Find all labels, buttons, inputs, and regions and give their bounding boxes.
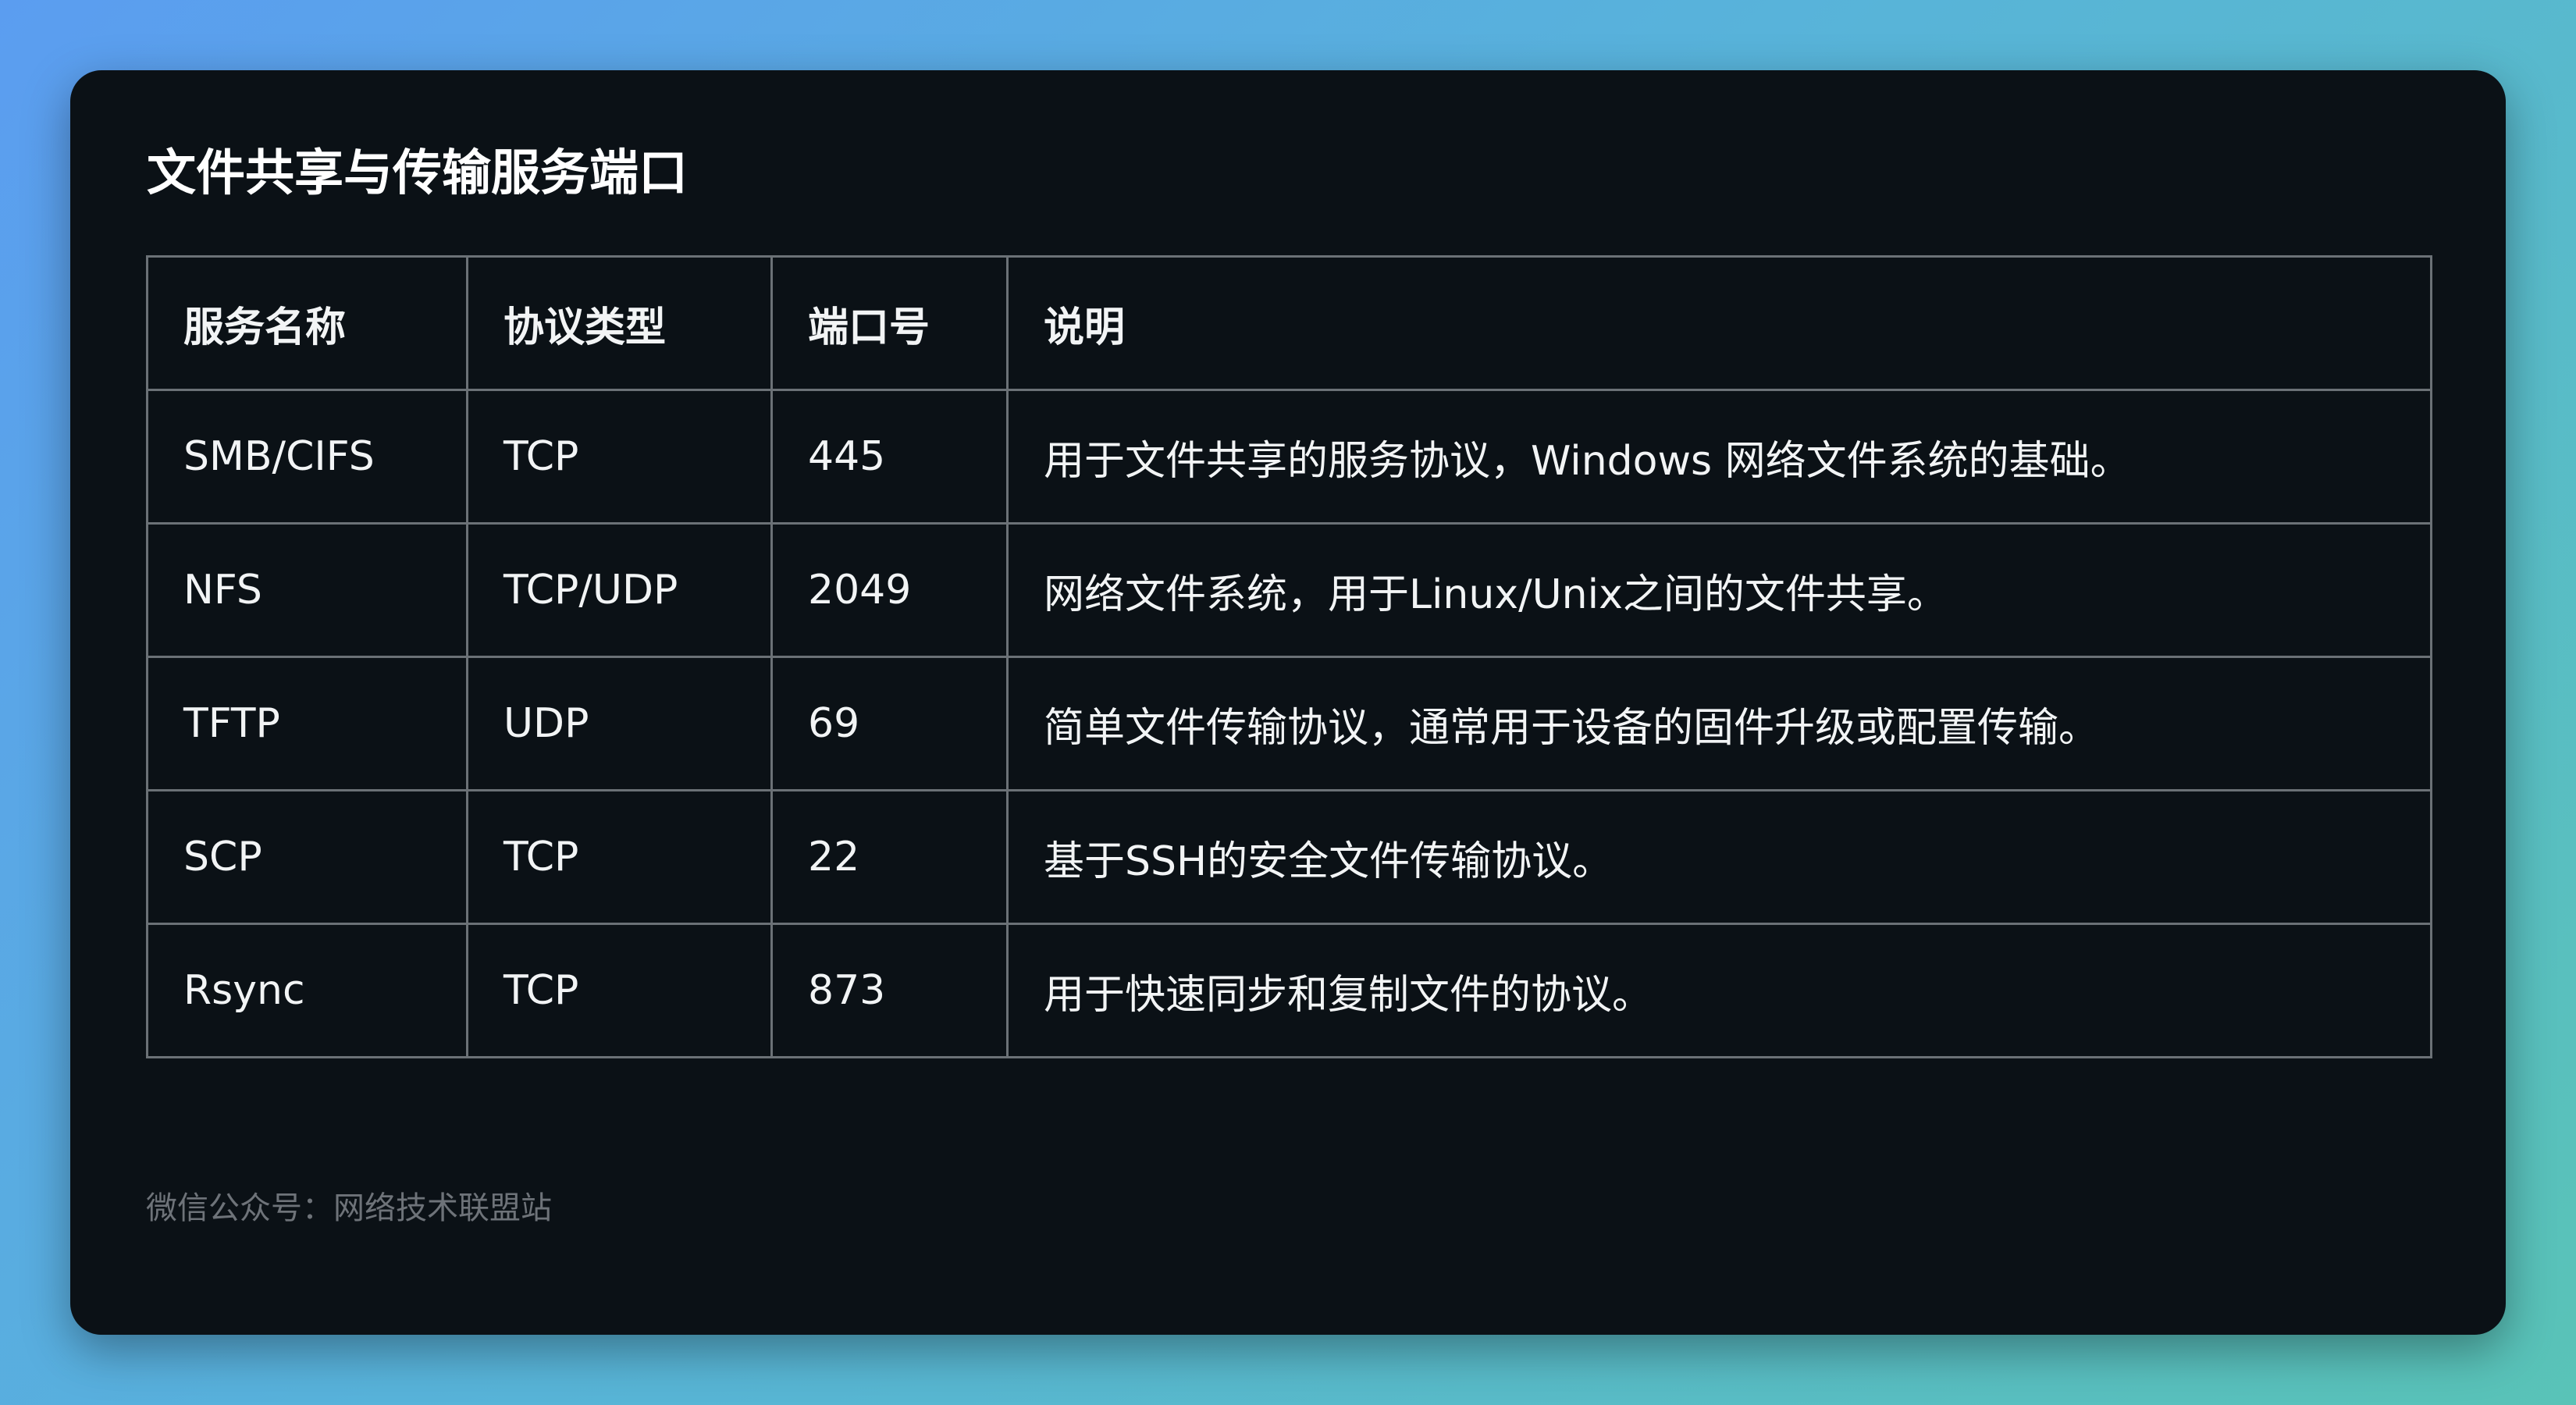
cell-description: 网络文件系统，用于Linux/Unix之间的文件共享。 — [1006, 522, 2432, 658]
table-row: SMB/CIFS TCP 445 用于文件共享的服务协议，Windows 网络文… — [146, 389, 2432, 525]
cell-service-name: NFS — [146, 522, 468, 658]
header-description: 说明 — [1006, 255, 2432, 391]
cell-description: 用于文件共享的服务协议，Windows 网络文件系统的基础。 — [1006, 389, 2432, 525]
cell-service-name: SCP — [146, 789, 468, 925]
cell-protocol: TCP/UDP — [466, 522, 773, 658]
footer-attribution: 微信公众号：网络技术联盟站 — [146, 1190, 552, 1226]
cell-description: 基于SSH的安全文件传输协议。 — [1006, 789, 2432, 925]
cell-protocol: TCP — [466, 923, 773, 1058]
cell-description: 用于快速同步和复制文件的协议。 — [1006, 923, 2432, 1058]
cell-port: 22 — [770, 789, 1009, 925]
table-header-row: 服务名称 协议类型 端口号 说明 — [146, 255, 2432, 391]
cell-description: 简单文件传输协议，通常用于设备的固件升级或配置传输。 — [1006, 656, 2432, 791]
table-row: NFS TCP/UDP 2049 网络文件系统，用于Linux/Unix之间的文… — [146, 522, 2432, 658]
table-row: TFTP UDP 69 简单文件传输协议，通常用于设备的固件升级或配置传输。 — [146, 656, 2432, 791]
header-port-number: 端口号 — [770, 255, 1009, 391]
cell-service-name: TFTP — [146, 656, 468, 791]
cell-port: 873 — [770, 923, 1009, 1058]
cell-service-name: Rsync — [146, 923, 468, 1058]
page-title: 文件共享与传输服务端口 — [147, 144, 688, 201]
content-card: 文件共享与传输服务端口 服务名称 协议类型 端口号 说明 SMB/CIFS TC… — [70, 70, 2506, 1335]
header-protocol-type: 协议类型 — [466, 255, 773, 391]
cell-protocol: TCP — [466, 789, 773, 925]
cell-port: 445 — [770, 389, 1009, 525]
cell-protocol: UDP — [466, 656, 773, 791]
cell-port: 69 — [770, 656, 1009, 791]
header-service-name: 服务名称 — [146, 255, 468, 391]
ports-table: 服务名称 协议类型 端口号 说明 SMB/CIFS TCP 445 用于文件共享… — [146, 255, 2432, 1058]
cell-service-name: SMB/CIFS — [146, 389, 468, 525]
cell-port: 2049 — [770, 522, 1009, 658]
table-row: SCP TCP 22 基于SSH的安全文件传输协议。 — [146, 789, 2432, 925]
table-row: Rsync TCP 873 用于快速同步和复制文件的协议。 — [146, 923, 2432, 1058]
cell-protocol: TCP — [466, 389, 773, 525]
